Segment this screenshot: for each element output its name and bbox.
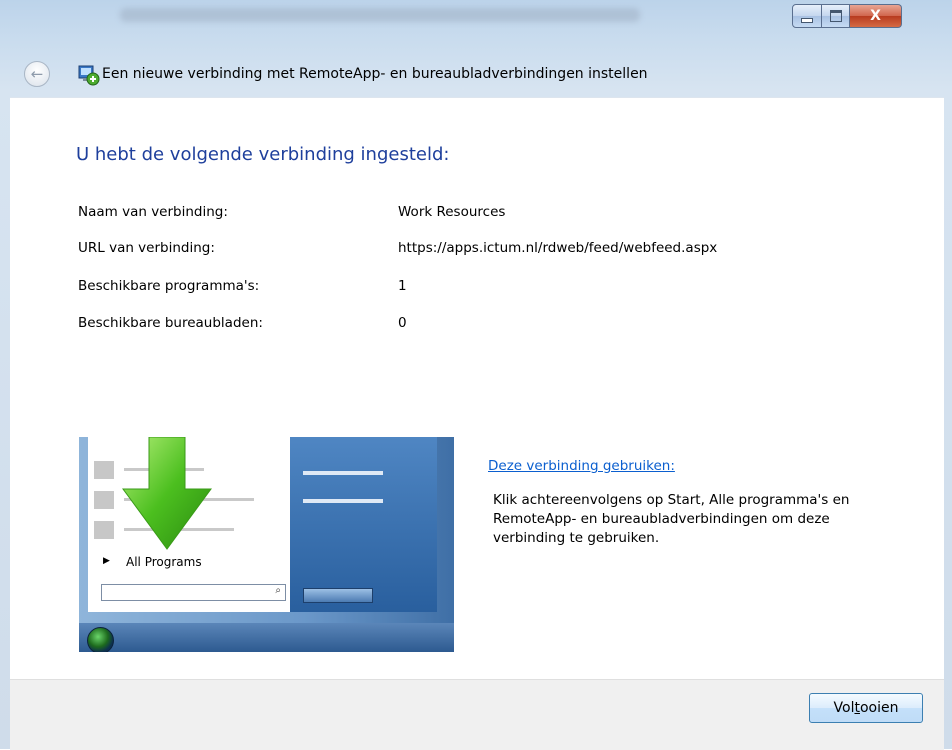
- wizard-title: Een nieuwe verbinding met RemoteApp- en …: [102, 66, 648, 82]
- page-heading: U hebt de volgende verbinding ingesteld:: [76, 144, 450, 165]
- back-button[interactable]: ←: [24, 61, 50, 87]
- connection-url-value: https://apps.ictum.nl/rdweb/feed/webfeed…: [398, 240, 718, 256]
- wizard-header: ← Een nieuwe verbinding met RemoteApp- e…: [10, 54, 944, 96]
- taskbar-graphic: [79, 623, 454, 652]
- close-button[interactable]: X: [850, 4, 902, 28]
- back-arrow-icon: ←: [30, 65, 44, 83]
- expand-arrow-icon: ▶: [103, 556, 110, 566]
- search-icon: ⌕: [275, 585, 281, 596]
- content-panel: U hebt de volgende verbinding ingesteld:…: [10, 97, 944, 680]
- available-programs-value: 1: [398, 278, 407, 294]
- footer-bar: Voltooien: [10, 679, 944, 750]
- all-programs-label: All Programs: [126, 555, 202, 569]
- finish-button[interactable]: Voltooien: [809, 693, 923, 723]
- remoteapp-icon: [78, 65, 100, 86]
- instructions-text: Klik achtereenvolgens op Start, Alle pro…: [493, 492, 850, 546]
- use-connection-link[interactable]: Deze verbinding gebruiken:: [488, 458, 675, 474]
- download-arrow-icon: [122, 437, 212, 550]
- start-menu-illustration: ▶ All Programs ⌕: [79, 437, 454, 652]
- blurred-background-title: [120, 8, 640, 22]
- available-desktops-value: 0: [398, 315, 407, 331]
- maximize-button[interactable]: [822, 4, 850, 28]
- available-desktops-label: Beschikbare bureaubladen:: [78, 315, 263, 331]
- connection-url-label: URL van verbinding:: [78, 240, 215, 256]
- connection-name-label: Naam van verbinding:: [78, 204, 228, 220]
- close-icon: X: [870, 8, 881, 24]
- window-frame: X ← Een nieuwe verbinding met RemoteApp-…: [0, 0, 952, 750]
- start-orb-icon: [87, 627, 114, 652]
- title-bar[interactable]: X: [0, 0, 952, 40]
- start-search-box: ⌕: [101, 584, 286, 601]
- caption-buttons: X: [792, 4, 902, 30]
- start-menu-right-pane: [290, 437, 437, 612]
- maximize-icon: [829, 10, 842, 22]
- minimize-icon: [801, 17, 813, 23]
- connection-name-value: Work Resources: [398, 204, 506, 220]
- shutdown-button-graphic: [303, 588, 373, 603]
- available-programs-label: Beschikbare programma's:: [78, 278, 260, 294]
- minimize-button[interactable]: [792, 4, 822, 28]
